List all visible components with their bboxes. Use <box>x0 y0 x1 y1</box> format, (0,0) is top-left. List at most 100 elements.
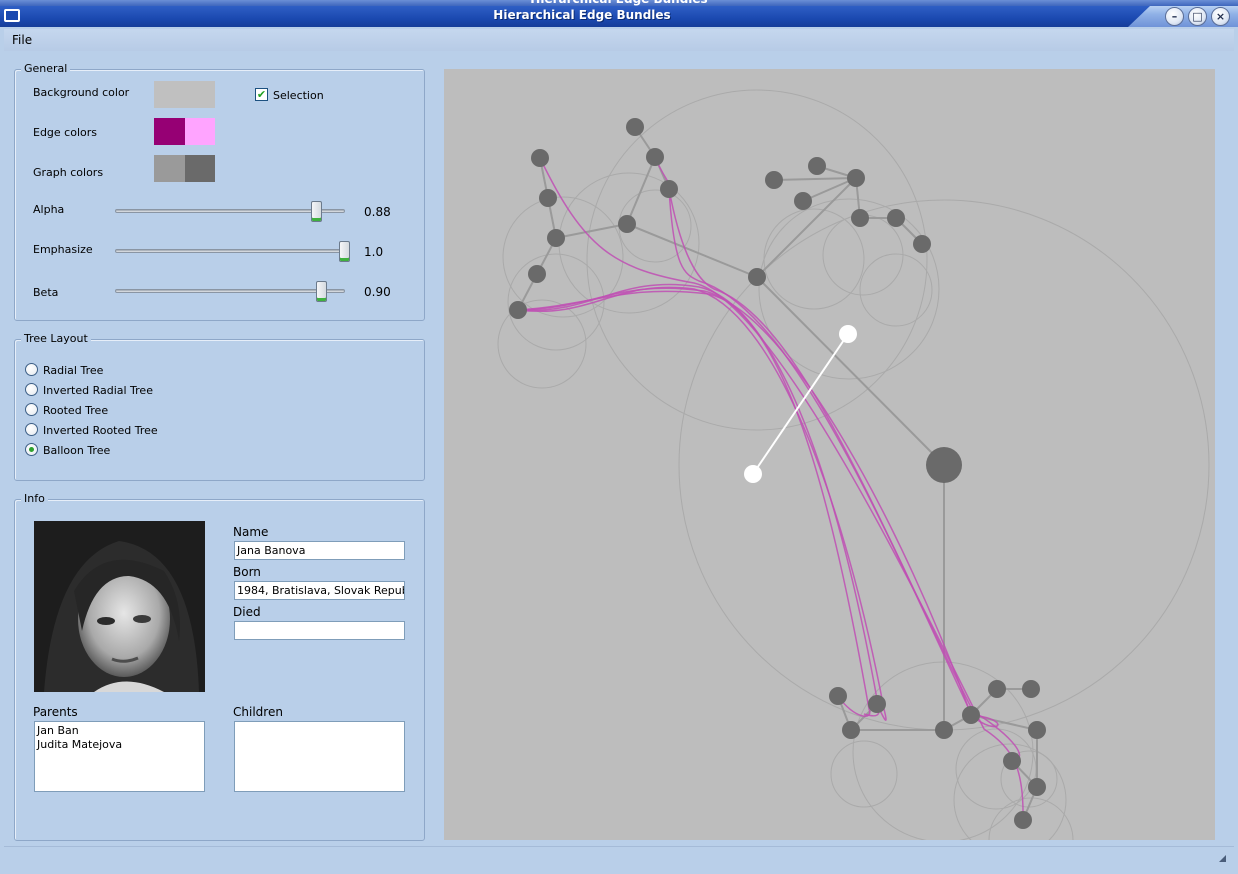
alpha-value: 0.88 <box>364 205 391 219</box>
maximize-button[interactable]: □ <box>1188 7 1207 26</box>
emphasize-slider-thumb[interactable] <box>339 241 350 262</box>
graph-node <box>646 148 664 166</box>
general-group-title: General <box>21 62 71 75</box>
tree-edge <box>555 223 628 239</box>
edge-colors-label: Edge colors <box>33 126 97 139</box>
info-group-title: Info <box>21 492 48 505</box>
name-field[interactable]: Jana Banova <box>234 541 405 560</box>
parents-label: Parents <box>33 705 78 719</box>
titlebar[interactable]: Hierarchical Edge Bundles – □ × <box>0 6 1238 27</box>
children-label: Children <box>233 705 283 719</box>
graph-node <box>528 265 546 283</box>
beta-slider-thumb[interactable] <box>316 281 327 302</box>
graph-node <box>887 209 905 227</box>
graph-node <box>842 721 860 739</box>
list-item[interactable]: Judita Matejova <box>37 738 202 752</box>
born-field[interactable]: 1984, Bratislava, Slovak Republic <box>234 581 405 600</box>
person-photo <box>34 521 205 692</box>
graph-colors-swatch[interactable] <box>154 155 215 182</box>
balloon-circle <box>822 214 904 296</box>
graph-node <box>935 721 953 739</box>
graph-node <box>1028 721 1046 739</box>
parents-list[interactable]: Jan Ban Judita Matejova <box>34 721 205 792</box>
children-list[interactable] <box>234 721 405 792</box>
background-color-swatch[interactable] <box>154 81 215 108</box>
died-field[interactable] <box>234 621 405 640</box>
emphasize-label: Emphasize <box>33 243 93 256</box>
selection-label: Selection <box>273 89 324 102</box>
graph-node <box>509 301 527 319</box>
bundled-edge <box>668 188 1021 762</box>
radio-inverted-radial-tree[interactable] <box>25 383 38 396</box>
background-color-label: Background color <box>33 86 130 99</box>
graph-color-a-chip <box>154 155 185 182</box>
balloon-circle <box>763 208 865 310</box>
radio-rooted-tree[interactable] <box>25 403 38 416</box>
beta-slider[interactable] <box>115 289 345 293</box>
graph-node <box>1014 811 1032 829</box>
status-bar <box>4 846 1234 870</box>
radial-tree-label: Radial Tree <box>43 364 104 377</box>
graph-colors-label: Graph colors <box>33 166 104 179</box>
graph-node <box>531 149 549 167</box>
emphasize-value: 1.0 <box>364 245 384 259</box>
graph-node <box>539 189 557 207</box>
alpha-label: Alpha <box>33 203 65 216</box>
menu-file[interactable]: File <box>12 33 32 47</box>
background-color-chip <box>154 81 215 108</box>
edge-colors-swatch[interactable] <box>154 118 215 145</box>
graph-node <box>962 706 980 724</box>
menubar: File <box>4 29 1234 51</box>
beta-value: 0.90 <box>364 285 391 299</box>
tree-edge <box>773 177 857 181</box>
graph-node <box>829 687 847 705</box>
minimize-button[interactable]: – <box>1165 7 1184 26</box>
born-label: Born <box>233 565 261 579</box>
resize-grip-icon[interactable] <box>1219 855 1226 862</box>
root-node <box>926 447 962 483</box>
window-title: Hierarchical Edge Bundles <box>493 8 671 22</box>
tree-edge <box>626 223 758 278</box>
balloon-circle <box>859 253 933 327</box>
close-button[interactable]: × <box>1211 7 1230 26</box>
balloon-circle <box>955 728 1037 810</box>
balloon-tree-label: Balloon Tree <box>43 444 111 457</box>
window-controls: – □ × <box>1165 7 1230 26</box>
graph-node <box>1022 680 1040 698</box>
graph-node <box>868 695 886 713</box>
selection-handle <box>744 465 762 483</box>
radio-balloon-tree[interactable] <box>25 443 38 456</box>
graph-node <box>1003 752 1021 770</box>
graph-node <box>748 268 766 286</box>
graph-node <box>913 235 931 253</box>
graph-node <box>626 118 644 136</box>
name-label: Name <box>233 525 269 539</box>
graph-node <box>847 169 865 187</box>
graph-node <box>765 171 783 189</box>
graph-node <box>794 192 812 210</box>
graph-node <box>618 215 636 233</box>
beta-label: Beta <box>33 286 59 299</box>
bundled-edge <box>539 157 1024 821</box>
list-item[interactable]: Jan Ban <box>37 724 202 738</box>
emphasize-slider[interactable] <box>115 249 345 253</box>
bundled-edge <box>517 290 999 728</box>
graph-node <box>808 157 826 175</box>
selection-checkbox[interactable]: ✔ <box>255 88 268 101</box>
alpha-slider-thumb[interactable] <box>311 201 323 222</box>
balloon-tree-graph[interactable] <box>444 69 1215 874</box>
inverted-rooted-tree-label: Inverted Rooted Tree <box>43 424 158 437</box>
died-label: Died <box>233 605 261 619</box>
tree-edge <box>756 276 945 466</box>
graph-node <box>851 209 869 227</box>
graph-node <box>988 680 1006 698</box>
inverted-radial-tree-label: Inverted Radial Tree <box>43 384 153 397</box>
bundled-edge <box>517 287 871 717</box>
radio-inverted-rooted-tree[interactable] <box>25 423 38 436</box>
graph-canvas[interactable] <box>444 69 1215 874</box>
radio-radial-tree[interactable] <box>25 363 38 376</box>
graph-node <box>547 229 565 247</box>
general-group: General <box>14 62 425 321</box>
edge-color-a-chip <box>154 118 185 145</box>
graph-color-b-chip <box>184 155 215 182</box>
